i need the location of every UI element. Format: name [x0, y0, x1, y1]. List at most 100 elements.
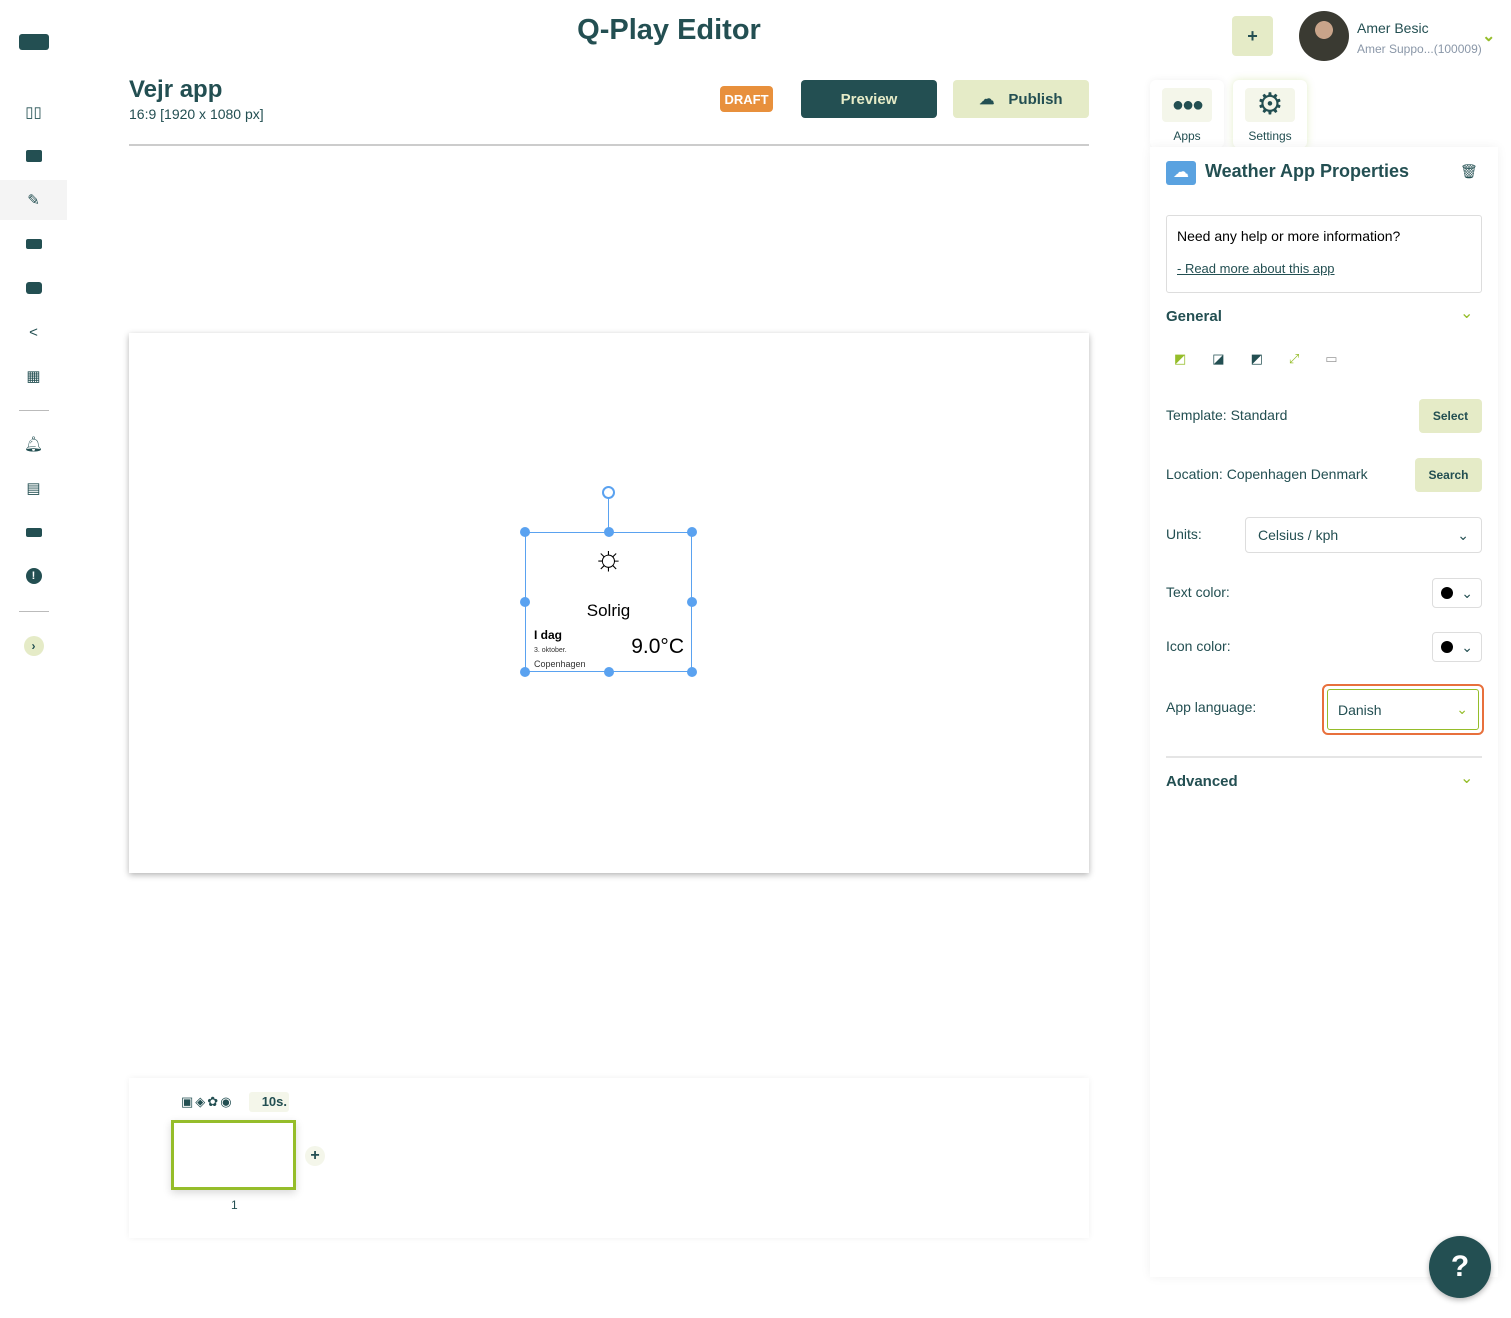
chevron-down-icon: ⌄: [1461, 638, 1473, 655]
expand-sidebar-button[interactable]: ›: [0, 626, 67, 666]
color-swatch: [1441, 587, 1453, 599]
divider: [1166, 756, 1482, 758]
alignment-tools: ◩ ◪ ◩ ⤢ ▭: [1174, 351, 1338, 367]
publish-button[interactable]: ☁ Publish: [953, 80, 1089, 118]
resize-handle[interactable]: [520, 667, 530, 677]
chevron-down-icon: ⌄: [1461, 584, 1473, 601]
properties-panel: ☁ Weather App Properties 🗑︎ Need any hel…: [1150, 147, 1498, 1277]
units-value: Celsius / kph: [1258, 527, 1339, 543]
add-button[interactable]: +: [1232, 16, 1273, 56]
icon-color-picker[interactable]: ⌄: [1432, 632, 1482, 662]
search-location-button[interactable]: Search: [1415, 458, 1482, 492]
screens-icon[interactable]: [0, 224, 67, 264]
dashboard-icon[interactable]: ▯▯: [0, 92, 67, 132]
chevron-down-icon[interactable]: ⌄: [1460, 768, 1473, 788]
alert-icon[interactable]: !: [0, 556, 67, 596]
project-name: Vejr app: [129, 76, 223, 103]
date-label: 3. oktober.: [534, 647, 567, 654]
alarm-icon[interactable]: 🔔︎: [0, 424, 67, 464]
advanced-section-header[interactable]: Advanced: [1166, 773, 1238, 790]
sidebar: ▯▯ ✎ < ▦ 🔔︎ ▤ ! ›: [0, 0, 67, 1318]
tab-apps[interactable]: ●●● Apps: [1150, 80, 1224, 148]
gear-icon: ⚙: [1245, 88, 1295, 122]
user-name: Amer Besic: [1357, 20, 1429, 36]
duplicate-icon[interactable]: ▣: [181, 1094, 195, 1109]
preview-button[interactable]: Preview: [801, 80, 937, 118]
resize-handle[interactable]: [604, 667, 614, 677]
weather-widget[interactable]: ☼ Solrig I dag 3. oktober. Copenhagen 9.…: [525, 532, 692, 672]
tab-settings[interactable]: ⚙ Settings: [1233, 80, 1307, 148]
status-badge: DRAFT: [720, 86, 773, 112]
schedule-icon[interactable]: ▦: [0, 356, 67, 396]
general-section-header[interactable]: General: [1166, 308, 1222, 325]
divider: [19, 410, 49, 411]
playlist-icon[interactable]: [0, 268, 67, 308]
timeline: ▣◈✿◉ 10s. 1 +: [129, 1078, 1089, 1238]
layer-icon[interactable]: ◩: [1251, 351, 1263, 367]
send-back-icon[interactable]: ◩: [1174, 351, 1186, 367]
help-text: Need any help or more information?: [1177, 228, 1401, 244]
editor-icon[interactable]: ✎: [0, 180, 67, 220]
read-more-link[interactable]: - Read more about this app: [1177, 261, 1335, 276]
news-icon[interactable]: ▤: [0, 468, 67, 508]
cloud-check-icon: ☁: [979, 91, 995, 108]
chevron-down-icon: ⌄: [1457, 526, 1469, 543]
divider: [129, 144, 1089, 146]
app-title: Q-Play Editor: [577, 14, 761, 46]
panel-title: Weather App Properties: [1205, 161, 1410, 181]
eye-icon[interactable]: ◉: [220, 1094, 233, 1109]
units-label: Units:: [1166, 526, 1202, 542]
avatar[interactable]: [1299, 11, 1349, 61]
slide-tools: ▣◈✿◉: [181, 1094, 234, 1110]
rotate-handle[interactable]: [602, 486, 615, 499]
language-label: App language:: [1166, 699, 1257, 715]
media-icon[interactable]: [0, 136, 67, 176]
sun-icon: ☼: [592, 539, 625, 577]
divider: [19, 611, 49, 612]
eraser-icon[interactable]: ◈: [195, 1094, 207, 1109]
temperature: 9.0°C: [631, 635, 684, 658]
slide-duration[interactable]: 10s.: [249, 1092, 289, 1112]
slide-thumbnail[interactable]: [171, 1120, 296, 1190]
gear-icon[interactable]: ✿: [207, 1094, 220, 1109]
select-template-button[interactable]: Select: [1419, 399, 1482, 433]
day-label: I dag: [534, 628, 563, 642]
tab-label: Settings: [1248, 129, 1292, 143]
language-value: Danish: [1338, 701, 1382, 718]
resize-handle[interactable]: [687, 597, 697, 607]
project-resolution: 16:9 [1920 x 1080 px]: [129, 106, 264, 122]
bring-front-icon[interactable]: ◪: [1212, 351, 1224, 367]
resize-handle[interactable]: [604, 527, 614, 537]
user-org: Amer Suppo...(100009): [1357, 42, 1482, 56]
user-menu-chevron-icon[interactable]: ⌄: [1482, 26, 1495, 46]
display-icon[interactable]: [0, 512, 67, 552]
city-label: Copenhagen: [534, 659, 586, 669]
display-layout-icon[interactable]: ▭: [1325, 351, 1337, 367]
text-color-picker[interactable]: ⌄: [1432, 578, 1482, 608]
add-slide-button[interactable]: +: [305, 1146, 325, 1166]
share-icon[interactable]: <: [0, 312, 67, 352]
tab-label: Apps: [1173, 129, 1201, 143]
canvas[interactable]: ☼ Solrig I dag 3. oktober. Copenhagen 9.…: [129, 333, 1089, 873]
weather-condition: Solrig: [586, 601, 631, 620]
text-color-label: Text color:: [1166, 584, 1230, 600]
units-select[interactable]: Celsius / kph ⌄: [1245, 517, 1482, 553]
language-select[interactable]: Danish ⌄: [1322, 684, 1484, 735]
trash-icon[interactable]: 🗑︎: [1460, 163, 1478, 180]
icon-color-label: Icon color:: [1166, 638, 1231, 654]
resize-handle[interactable]: [520, 597, 530, 607]
help-box: Need any help or more information? - Rea…: [1166, 215, 1482, 293]
color-swatch: [1441, 641, 1453, 653]
help-button[interactable]: ?: [1429, 1236, 1491, 1298]
fullscreen-icon[interactable]: ⤢: [1289, 351, 1299, 367]
resize-handle[interactable]: [520, 527, 530, 537]
chevron-down-icon: ⌄: [1456, 701, 1468, 717]
chevron-down-icon[interactable]: ⌄: [1460, 303, 1473, 323]
apps-grid-icon: ●●●: [1162, 88, 1212, 122]
resize-handle[interactable]: [687, 527, 697, 537]
weather-app-icon: ☁: [1166, 161, 1196, 185]
publish-label: Publish: [1008, 90, 1063, 108]
location-label: Location: Copenhagen Denmark: [1166, 466, 1368, 482]
slide-number: 1: [231, 1198, 238, 1212]
resize-handle[interactable]: [687, 667, 697, 677]
